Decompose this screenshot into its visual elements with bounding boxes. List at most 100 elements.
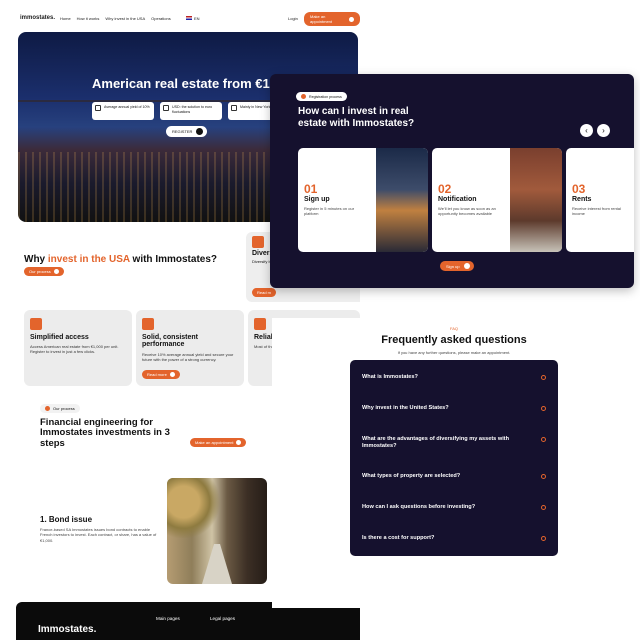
- hero-chip-yield: Average annual yield of 10%: [92, 102, 154, 120]
- expand-icon: [541, 536, 546, 541]
- faq-item[interactable]: Is there a cost for support?: [362, 535, 552, 542]
- faq-question: Is there a cost for support?: [362, 535, 435, 541]
- step-card-rents: 03 Rents Receive interest from rental in…: [566, 148, 634, 252]
- hero-chip-usd: USD: the solution to euro fluctuations: [160, 102, 222, 120]
- expand-icon: [541, 406, 546, 411]
- faq-item[interactable]: What are the advantages of diversifying …: [362, 436, 552, 449]
- card-title: Simplified access: [30, 334, 89, 341]
- our-process-tag: Our process: [40, 404, 80, 413]
- faq-question: What are the advantages of diversifying …: [362, 436, 510, 449]
- nav-link-why-invest[interactable]: Why invest in the USA: [105, 16, 145, 21]
- nav-appointment-button[interactable]: Make an appointment: [304, 12, 360, 26]
- carousel-next-button[interactable]: ›: [597, 124, 610, 137]
- hero-chip-yield-label: Average annual yield of 10%: [104, 105, 150, 109]
- why-title-highlight: invest in the USA: [47, 254, 130, 265]
- hero-chip-usd-label: USD: the solution to euro fluctuations: [172, 105, 213, 114]
- faq-item[interactable]: Why invest in the United States?: [362, 405, 552, 412]
- composite-stage: immostates. Home How it works Why invest…: [0, 0, 640, 640]
- registration-process-section: Registration process How can I invest in…: [270, 74, 634, 288]
- our-process-button[interactable]: Our process: [24, 267, 64, 276]
- faq-item[interactable]: What is Immostates?: [362, 374, 552, 381]
- expand-icon: [541, 437, 546, 442]
- faq-tag: FAQ: [449, 326, 458, 331]
- financial-appointment-button[interactable]: Make an appointment: [190, 438, 247, 447]
- language-selector[interactable]: EN: [186, 16, 200, 21]
- arrow-icon: [463, 263, 470, 269]
- step-number: 01: [304, 182, 318, 196]
- site-logo[interactable]: immostates.: [20, 15, 55, 21]
- hero-title: American real estate from €1,000: [92, 76, 296, 91]
- why-invest-title: Why invest in the USA with Immostates?: [24, 254, 217, 265]
- step-title: Rents: [572, 196, 592, 203]
- nav-link-how-it-works[interactable]: How it works: [77, 16, 100, 21]
- dot-icon: [45, 406, 50, 411]
- step-title: Sign up: [304, 196, 330, 203]
- sign-up-label: Sign up: [446, 263, 460, 269]
- map-icon: [231, 105, 237, 111]
- chevron-left-icon: ‹: [585, 126, 588, 135]
- card-text: Access American real estate from €1,000 …: [30, 344, 119, 355]
- step-card-notification: 02 Notification We'll let you know as so…: [432, 148, 562, 252]
- step-card-sign-up: 01 Sign up Register in 5 minutes on our …: [298, 148, 428, 252]
- card-performance: Solid, consistent performance Receive 10…: [136, 310, 244, 386]
- bond-issue-title: 1. Bond issue: [40, 515, 93, 524]
- tree-shape: [167, 478, 222, 538]
- diversify-read-more-label: Read m: [257, 290, 272, 295]
- street-photo: [167, 478, 267, 584]
- faq-list: What is Immostates? Why invest in the Un…: [350, 360, 558, 556]
- footer-logo[interactable]: Immostates.: [38, 624, 96, 635]
- faq-item[interactable]: How can I ask questions before investing…: [362, 504, 552, 511]
- carousel-prev-button[interactable]: ‹: [580, 124, 593, 137]
- faq-item[interactable]: What types of property are selected?: [362, 473, 552, 480]
- faq-question: What is Immostates?: [362, 374, 418, 380]
- registration-process-label: Registration process: [309, 94, 342, 99]
- faq-subtitle: If you have any further questions, pleas…: [397, 350, 511, 355]
- our-process-tag-label: Our process: [53, 406, 75, 411]
- nav-link-home[interactable]: Home: [60, 16, 71, 21]
- read-more-label: Read more: [147, 372, 167, 377]
- why-title-prefix: Why: [24, 254, 48, 265]
- step-number: 02: [438, 182, 452, 196]
- nav-links: Home How it works Why invest in the USA …: [60, 16, 171, 21]
- access-icon: [30, 318, 42, 330]
- register-label: REGISTER: [172, 129, 193, 134]
- arrow-icon: [169, 372, 175, 377]
- arrow-icon: [53, 269, 59, 274]
- login-link[interactable]: Login: [288, 16, 298, 21]
- faq-question: What types of property are selected?: [362, 473, 461, 479]
- step-title: Notification: [438, 196, 477, 203]
- diversify-icon: [252, 236, 264, 248]
- registration-process-tag: Registration process: [296, 92, 347, 101]
- nav-appointment-label: Make an appointment: [310, 14, 333, 24]
- sign-up-button[interactable]: Sign up: [440, 261, 474, 271]
- expand-icon: [541, 474, 546, 479]
- diversify-read-more[interactable]: Read m: [252, 288, 277, 297]
- expand-icon: [541, 505, 546, 510]
- arrow-icon: [349, 16, 354, 22]
- reliability-icon: [254, 318, 266, 330]
- dot-icon: [301, 94, 306, 99]
- arrow-icon: [196, 128, 204, 135]
- step-number: 03: [572, 182, 586, 196]
- invest-title: How can I invest in real estate with Imm…: [298, 106, 415, 129]
- uk-flag-icon: [186, 16, 192, 20]
- performance-icon: [142, 318, 154, 330]
- faq-question: Why invest in the United States?: [362, 405, 449, 411]
- top-navbar: immostates. Home How it works Why invest…: [10, 8, 360, 28]
- faq-question: How can I ask questions before investing…: [362, 504, 476, 510]
- step-text: Register in 5 minutes on our platform: [304, 206, 355, 217]
- sidewalk-shape: [202, 544, 232, 584]
- faq-title: Frequently asked questions: [381, 334, 527, 346]
- arrow-icon: [236, 440, 242, 445]
- nav-link-operations[interactable]: Operations: [151, 16, 171, 21]
- faq-section: FAQ Frequently asked questions If you ha…: [272, 318, 636, 608]
- our-process-label: Our process: [29, 269, 51, 274]
- brick-building-image: [510, 148, 562, 252]
- card-text: Receive 10% average annual yield and sec…: [142, 351, 234, 362]
- expand-icon: [541, 375, 546, 380]
- city-buildings-image: [376, 148, 428, 252]
- footer-main-pages: Main pages: [156, 616, 180, 621]
- read-more-button[interactable]: Read more: [142, 370, 180, 379]
- card-title: Solid, consistent performance: [142, 334, 199, 349]
- register-button[interactable]: REGISTER: [166, 126, 208, 137]
